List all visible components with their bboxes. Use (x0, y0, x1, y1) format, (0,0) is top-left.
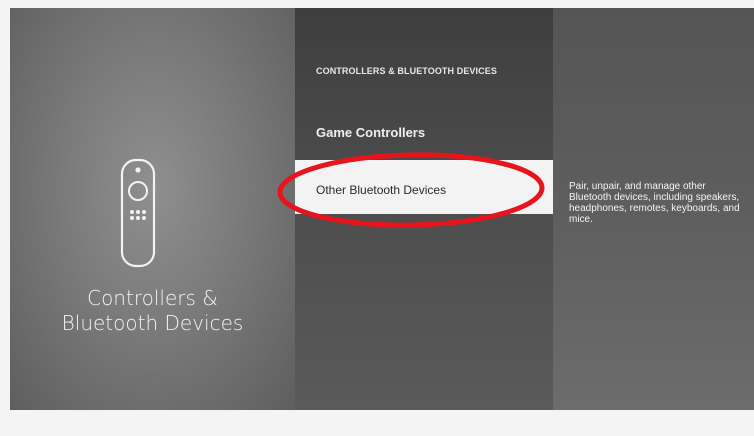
left-panel: Controllers & Bluetooth Devices (10, 8, 295, 410)
menu-item-game-controllers[interactable]: Game Controllers (316, 125, 425, 140)
menu-item-other-bluetooth-devices[interactable]: Other Bluetooth Devices (295, 160, 553, 214)
page-title: Controllers & Bluetooth Devices (61, 286, 244, 335)
tv-screen: Controllers & Bluetooth Devices CONTROLL… (10, 8, 754, 410)
menu-header: CONTROLLERS & BLUETOOTH DEVICES (316, 66, 497, 76)
description-panel: Pair, unpair, and manage other Bluetooth… (553, 8, 754, 410)
photo-frame: Controllers & Bluetooth Devices CONTROLL… (0, 0, 754, 436)
fire-tv-remote-icon (120, 158, 156, 268)
menu-panel: CONTROLLERS & BLUETOOTH DEVICES Game Con… (295, 8, 553, 410)
item-description: Pair, unpair, and manage other Bluetooth… (569, 181, 740, 225)
